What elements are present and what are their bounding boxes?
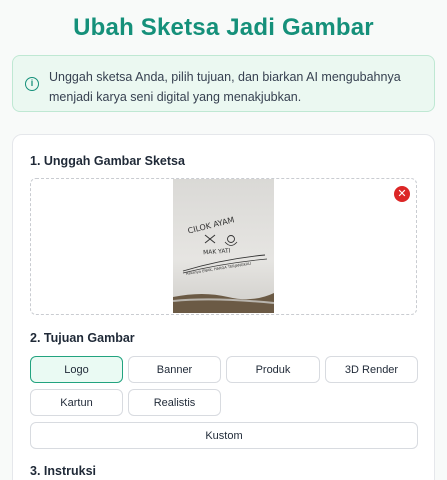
info-text: Unggah sketsa Anda, pilih tujuan, dan bi…	[49, 70, 401, 104]
info-banner: i Unggah sketsa Anda, pilih tujuan, dan …	[12, 55, 435, 112]
purpose-option-kartun[interactable]: Kartun	[30, 389, 123, 416]
purpose-option-logo[interactable]: Logo	[30, 356, 123, 383]
purpose-option-kustom[interactable]: Kustom	[30, 422, 418, 449]
instructions-section-label: 3. Instruksi	[30, 464, 96, 478]
purpose-option-3d-render[interactable]: 3D Render	[325, 356, 418, 383]
purpose-section-label: 2. Tujuan Gambar	[30, 331, 135, 345]
upload-section-label: 1. Unggah Gambar Sketsa	[30, 154, 185, 168]
purpose-option-banner[interactable]: Banner	[128, 356, 221, 383]
upload-dropzone[interactable]: CILOK AYAM MAK YATI Rasanya ENAK, HARGA …	[30, 178, 417, 315]
page-title: Ubah Sketsa Jadi Gambar	[73, 14, 374, 41]
remove-image-button[interactable]: ✕	[394, 186, 410, 202]
purpose-option-realistis[interactable]: Realistis	[128, 389, 221, 416]
sketch-preview-image: CILOK AYAM MAK YATI Rasanya ENAK, HARGA …	[173, 179, 274, 313]
info-icon: i	[25, 77, 39, 91]
purpose-option-produk[interactable]: Produk	[226, 356, 320, 383]
